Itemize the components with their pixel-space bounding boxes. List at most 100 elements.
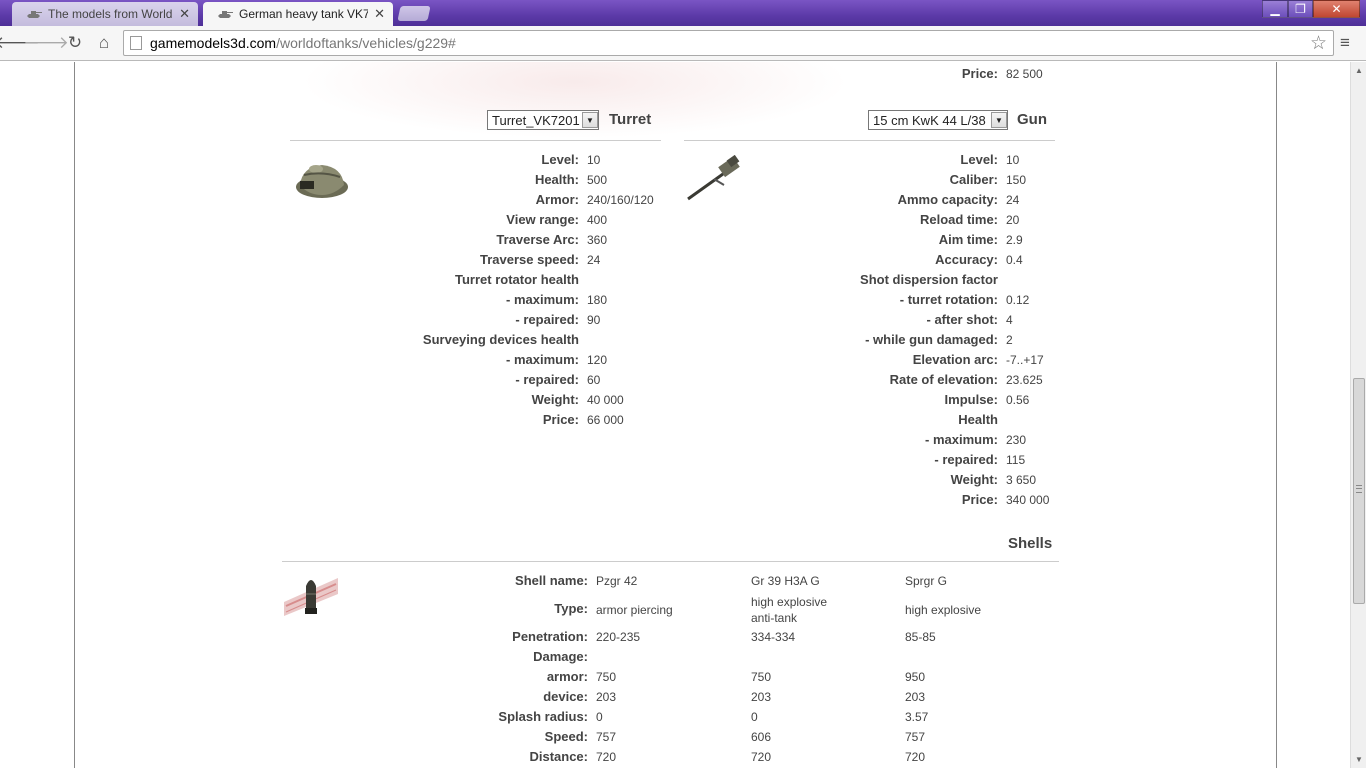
- minimize-window-button[interactable]: ▁: [1262, 0, 1288, 18]
- shell-cell: 3.57: [905, 710, 929, 724]
- shell-cell: 0: [596, 710, 603, 724]
- gun-row-value: 150: [1006, 173, 1027, 187]
- shell-cell: armor piercing: [596, 603, 673, 617]
- url-host: gamemodels3d.com: [150, 35, 277, 51]
- forward-arrow-icon[interactable]: 🡒: [23, 32, 69, 54]
- turret-row-value: 66 000: [587, 413, 624, 427]
- scrollbar-thumb[interactable]: [1353, 378, 1365, 604]
- top-price-value: 82 500: [1006, 67, 1043, 81]
- gun-row-value: 2.9: [1006, 233, 1023, 247]
- shell-row-label: Damage:: [533, 649, 588, 664]
- gun-row-label: Reload time:: [919, 212, 998, 227]
- turret-select-value: Turret_VK7201: [492, 112, 580, 128]
- gun-divider: [684, 140, 1055, 141]
- turret-divider: [290, 140, 661, 141]
- shell-cell: 757: [905, 730, 926, 744]
- tab-close-icon[interactable]: ✕: [374, 6, 385, 22]
- page-viewport: Price: 82 500 Turret_VK7201 ▼ Turret 15 …: [0, 62, 1350, 768]
- home-icon[interactable]: ⌂: [92, 32, 116, 54]
- gun-row-label: - repaired:: [934, 452, 998, 467]
- shell-cell: 220-235: [596, 630, 641, 644]
- gun-row-value: 0.4: [1006, 253, 1023, 267]
- gun-row-value: -7..+17: [1006, 353, 1044, 367]
- gun-row-label: - while gun damaged:: [865, 332, 998, 347]
- shell-cell: 757: [596, 730, 617, 744]
- gun-header: Gun: [1017, 111, 1047, 128]
- gun-row-label: Ammo capacity:: [897, 192, 998, 207]
- turret-row-label: - repaired:: [515, 312, 579, 327]
- turret-row-value: 500: [587, 173, 608, 187]
- turret-select[interactable]: Turret_VK7201 ▼: [487, 110, 599, 130]
- top-price-label: Price:: [961, 66, 998, 81]
- shell-row-label: Shell name:: [515, 573, 588, 588]
- vertical-scrollbar[interactable]: ▲ ▼: [1350, 62, 1366, 768]
- chevron-down-icon: ▼: [991, 112, 1007, 128]
- gun-row-label: Price:: [961, 492, 998, 507]
- tank-favicon-icon: [27, 11, 42, 18]
- browser-menu-icon[interactable]: ≡: [1340, 33, 1350, 53]
- scroll-down-arrow-icon[interactable]: ▼: [1355, 755, 1363, 764]
- turret-row-label: Level:: [541, 152, 579, 167]
- shell-cell: 606: [751, 730, 772, 744]
- gun-row-label: - after shot:: [926, 312, 999, 327]
- new-tab-button[interactable]: [397, 6, 431, 21]
- gun-row-value: 10: [1006, 153, 1020, 167]
- close-window-button[interactable]: ✕: [1313, 0, 1360, 18]
- gun-row-label: Accuracy:: [935, 252, 998, 267]
- shell-cell: Pzgr 42: [596, 574, 638, 588]
- turret-row-value: 40 000: [587, 393, 624, 407]
- gun-row-label: Level:: [960, 152, 998, 167]
- scroll-grip-icon: [1356, 485, 1362, 493]
- scroll-up-arrow-icon[interactable]: ▲: [1355, 66, 1363, 75]
- gun-row-value: 0.12: [1006, 293, 1030, 307]
- turret-row-value: 240/160/120: [587, 193, 654, 207]
- shell-cell: 334-334: [751, 630, 796, 644]
- turret-row-value: 180: [587, 293, 608, 307]
- turret-row-value: 10: [587, 153, 601, 167]
- reload-icon[interactable]: ↻: [63, 32, 87, 54]
- turret-row-value: 120: [587, 353, 608, 367]
- shell-cell: 203: [751, 690, 772, 704]
- tab-close-icon[interactable]: ✕: [179, 6, 190, 22]
- tab-title: German heavy tank VK720: [239, 7, 369, 21]
- turret-header: Turret: [609, 111, 652, 128]
- turret-row-label: - maximum:: [506, 292, 579, 307]
- shell-cell: 720: [751, 750, 772, 764]
- shell-row-label: Type:: [554, 601, 588, 616]
- turret-row-value: 360: [587, 233, 608, 247]
- tab-models-world-of-tanks[interactable]: The models from World o ✕: [12, 2, 198, 26]
- content-panel: [74, 62, 1277, 768]
- gun-row-label: - turret rotation:: [899, 292, 998, 307]
- gun-row-value: 20: [1006, 213, 1020, 227]
- bookmark-star-icon[interactable]: ☆: [1310, 32, 1327, 55]
- shell-cell: high explosive: [905, 603, 982, 617]
- gun-row-label: Shot dispersion factor: [860, 272, 998, 287]
- shell-cell: high explosive anti-tank: [751, 595, 828, 625]
- turret-row-label: View range:: [506, 212, 579, 227]
- shell-row-label: Speed:: [544, 729, 588, 744]
- maximize-window-button[interactable]: ❐: [1288, 0, 1313, 18]
- turret-row-label: Traverse speed:: [479, 252, 579, 267]
- turret-row-label: Health:: [534, 172, 579, 187]
- shell-cell: 203: [596, 690, 617, 704]
- gun-row-label: Health: [958, 412, 998, 427]
- gun-select[interactable]: 15 cm KwK 44 L/38 ▼: [868, 110, 1008, 130]
- tab-german-heavy-tank[interactable]: German heavy tank VK720 ✕: [203, 2, 393, 26]
- shells-header: Shells: [1008, 535, 1053, 552]
- chevron-down-icon: ▼: [582, 112, 598, 128]
- gun-row-value: 340 000: [1006, 493, 1050, 507]
- shell-row-label: Penetration:: [512, 629, 588, 644]
- shell-cell: 203: [905, 690, 926, 704]
- shell-cell: 720: [596, 750, 617, 764]
- turret-row-label: Weight:: [531, 392, 579, 407]
- turret-row-label: Traverse Arc:: [496, 232, 579, 247]
- gun-row-label: Weight:: [950, 472, 998, 487]
- gun-row-label: Rate of elevation:: [889, 372, 998, 387]
- gun-row-label: Impulse:: [944, 392, 998, 407]
- shell-cell: 0: [751, 710, 758, 724]
- shells-divider: [282, 561, 1059, 562]
- shell-row-label: armor:: [546, 669, 588, 684]
- shell-row-label: Splash radius:: [498, 709, 588, 724]
- turret-row-label: Armor:: [535, 192, 579, 207]
- address-bar[interactable]: gamemodels3d.com/worldoftanks/vehicles/g…: [123, 30, 1334, 56]
